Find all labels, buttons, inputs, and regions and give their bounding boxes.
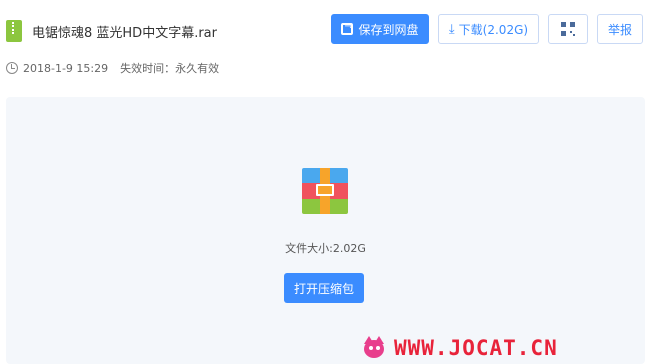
site-watermark: WWW.JOCAT.CN xyxy=(360,331,640,364)
download-button[interactable]: ⤓ 下载(2.02G) xyxy=(438,14,539,44)
report-button[interactable]: 举报 xyxy=(597,14,643,44)
qr-code-button[interactable] xyxy=(548,14,588,44)
save-to-cloud-icon xyxy=(341,21,354,35)
archive-preview-panel: 文件大小:2.02G 打开压缩包 xyxy=(6,97,645,364)
expiry-text: 失效时间：永久有效 xyxy=(120,62,220,75)
save-to-cloud-button[interactable]: 保存到网盘 xyxy=(331,14,429,44)
clock-icon xyxy=(6,62,18,74)
download-icon: ⤓ xyxy=(448,21,455,37)
file-header: 电锯惊魂8 蓝光HD中文字幕.rar 2018-1-9 15:29 失效时间：永久… xyxy=(0,0,645,95)
watermark-text: WWW.JOCAT.CN xyxy=(394,335,558,360)
file-size-text: 文件大小:2.02G xyxy=(285,242,366,255)
file-meta: 2018-1-9 15:29 失效时间：永久有效 xyxy=(6,60,219,76)
report-button-label: 举报 xyxy=(607,22,632,37)
file-name: 电锯惊魂8 蓝光HD中文字幕.rar xyxy=(32,26,217,41)
qr-code-icon xyxy=(561,22,575,36)
archive-icon xyxy=(302,168,348,214)
cat-logo-icon xyxy=(360,334,388,362)
rar-file-icon xyxy=(6,20,22,42)
download-button-label: 下载(2.02G) xyxy=(458,22,529,37)
save-button-label: 保存到网盘 xyxy=(358,22,419,37)
open-archive-button[interactable]: 打开压缩包 xyxy=(284,273,364,303)
upload-date: 2018-1-9 15:29 xyxy=(23,62,109,75)
